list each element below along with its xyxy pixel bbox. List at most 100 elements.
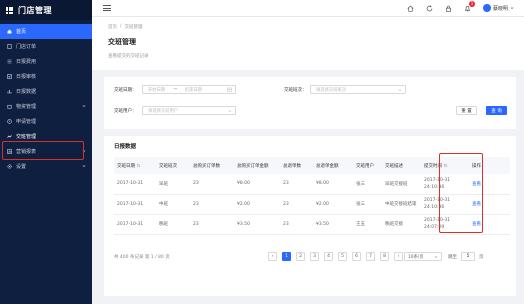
cell: 2017-10-31 [114, 174, 156, 195]
sidebar-item-label: 日报费用 [16, 59, 37, 65]
page-header: 首页 / 交班管理 交班管理 查看提交的交班记录 [92, 17, 524, 70]
highlight-box-sidebar [2, 141, 84, 160]
shift-select[interactable]: 请选择交班班次 [310, 85, 406, 94]
cell: ¥2.00 [234, 194, 280, 215]
total-count: 共 400 条记录 第 1 / 80 页 [114, 255, 170, 260]
topbar-actions: 1 蔡晓明 [407, 0, 514, 12]
sidebar-item-applications[interactable]: 申请管理 [0, 114, 92, 129]
sidebar-item-home[interactable]: 首页 [0, 24, 92, 39]
cell: 23 [190, 174, 234, 195]
prev-page-button[interactable]: ‹ [268, 252, 277, 261]
breadcrumb-home[interactable]: 首页 [108, 24, 117, 30]
page-button[interactable]: 1 [282, 252, 291, 261]
sidebar-item-label: 申请管理 [16, 119, 37, 125]
reset-button[interactable]: 重 置 [456, 106, 477, 115]
username: 蔡晓明 [492, 5, 508, 12]
page-description: 查看提交的交班记录 [108, 54, 149, 59]
cell: 23 [190, 214, 234, 235]
column-header: 总购买订单数 [190, 157, 234, 174]
user-placeholder: 请选择交班用户 [148, 108, 179, 114]
sidebar-item-daily-data[interactable]: 日报数据 [0, 84, 92, 99]
avatar [482, 4, 491, 12]
sidebar-item-settings[interactable]: 设置 [0, 159, 92, 174]
cell: 晚班交接 [382, 214, 421, 235]
next-page-button[interactable]: › [394, 252, 403, 261]
file-icon [6, 44, 12, 50]
breadcrumb-separator: / [120, 24, 122, 29]
data-icon [6, 89, 12, 95]
cell: ¥3.50 [234, 214, 280, 235]
page-button[interactable]: 5 [338, 252, 347, 261]
page-button[interactable]: 3 [310, 252, 319, 261]
column-header: 交班用户 [353, 157, 382, 174]
page-button[interactable]: 8 [380, 252, 389, 261]
page-title: 交班管理 [108, 38, 136, 46]
chevron-down-icon [228, 109, 232, 112]
cell: ¥3.50 [313, 214, 353, 235]
user-menu[interactable]: 蔡晓明 [482, 4, 514, 12]
sidebar-item-label: 日报数据 [16, 89, 37, 95]
chevron-down-icon [82, 105, 86, 107]
filter-panel: 交班日期： 开始日期 → 结束日期 交班班次： 请选择交班班次 交班用户： 请选… [104, 77, 516, 129]
page-button[interactable]: 6 [352, 252, 361, 261]
chevron-down-icon [434, 255, 438, 258]
cell: 张三 [353, 194, 382, 215]
breadcrumb-current: 交班管理 [124, 25, 143, 30]
handover-icon [6, 134, 12, 140]
goto-suffix: 页 [479, 255, 484, 260]
cell: 2017-10-31 [114, 214, 156, 235]
cell: 中班交接班结束 [382, 194, 421, 215]
chevron-down-icon [398, 88, 402, 91]
audit-icon [6, 74, 12, 80]
cell: ¥2.00 [313, 194, 353, 215]
sidebar-item-store-orders[interactable]: 门店订单 [0, 39, 92, 54]
notification-badge: 1 [468, 0, 475, 7]
date-start-placeholder: 开始日期 [148, 87, 166, 93]
column-header[interactable]: 交班日期 ⇅ [114, 157, 156, 174]
cell: 23 [280, 194, 313, 215]
lock-icon[interactable] [445, 5, 452, 12]
sidebar-item-daily-audit[interactable]: 日报审核 [0, 69, 92, 84]
cell: ¥8.00 [313, 174, 353, 195]
topbar: 1 蔡晓明 [92, 0, 524, 17]
cell: 23 [280, 174, 313, 195]
column-header: 交班班次 [156, 157, 190, 174]
page-size-value: 10条/页 [408, 254, 424, 260]
bell-icon[interactable]: 1 [464, 0, 475, 12]
goto-input[interactable]: 5 [461, 252, 475, 261]
menu-toggle-icon[interactable] [103, 5, 111, 11]
sidebar-item-label: 日报审核 [16, 74, 37, 80]
user-label: 交班用户： [114, 109, 137, 114]
sidebar-item-materials[interactable]: 物资管理 [0, 99, 92, 114]
sidebar-item-label: 物资管理 [16, 104, 37, 110]
highlight-box-submit-time [439, 153, 483, 233]
home-icon [6, 29, 12, 35]
home-icon[interactable] [407, 5, 414, 12]
cell: 王五 [353, 214, 382, 235]
app-title: 门店管理 [18, 5, 52, 15]
column-header: 交班描述 [382, 157, 421, 174]
page-button[interactable]: 7 [366, 252, 375, 261]
shift-placeholder: 请选择交班班次 [316, 87, 347, 93]
page-size-select[interactable]: 10条/页 [404, 252, 442, 261]
cell: 23 [280, 214, 313, 235]
page-button[interactable]: 2 [296, 252, 305, 261]
user-select[interactable]: 请选择交班用户 [142, 106, 236, 115]
apps-grid-icon [6, 6, 13, 14]
refresh-icon[interactable] [426, 5, 433, 12]
date-range-input[interactable]: 开始日期 → 结束日期 [142, 85, 236, 94]
table-title: 日报数据 [114, 144, 137, 150]
cell: 早班交接班 [382, 174, 421, 195]
calendar-icon [227, 87, 232, 92]
sidebar-item-daily-cost[interactable]: 日报费用 [0, 54, 92, 69]
goto-label: 跳至 [448, 255, 457, 260]
query-button[interactable]: 查 询 [486, 106, 507, 115]
column-header: 总退单数 [280, 157, 313, 174]
date-end-placeholder: 结束日期 [184, 87, 202, 93]
sidebar-item-label: 门店订单 [16, 44, 37, 50]
page-button[interactable]: 4 [324, 252, 333, 261]
sort-icon: ⇅ [136, 163, 141, 169]
cell: 中班 [156, 194, 190, 215]
gear-icon [6, 164, 12, 170]
sidebar-item-label: 设置 [16, 164, 27, 170]
